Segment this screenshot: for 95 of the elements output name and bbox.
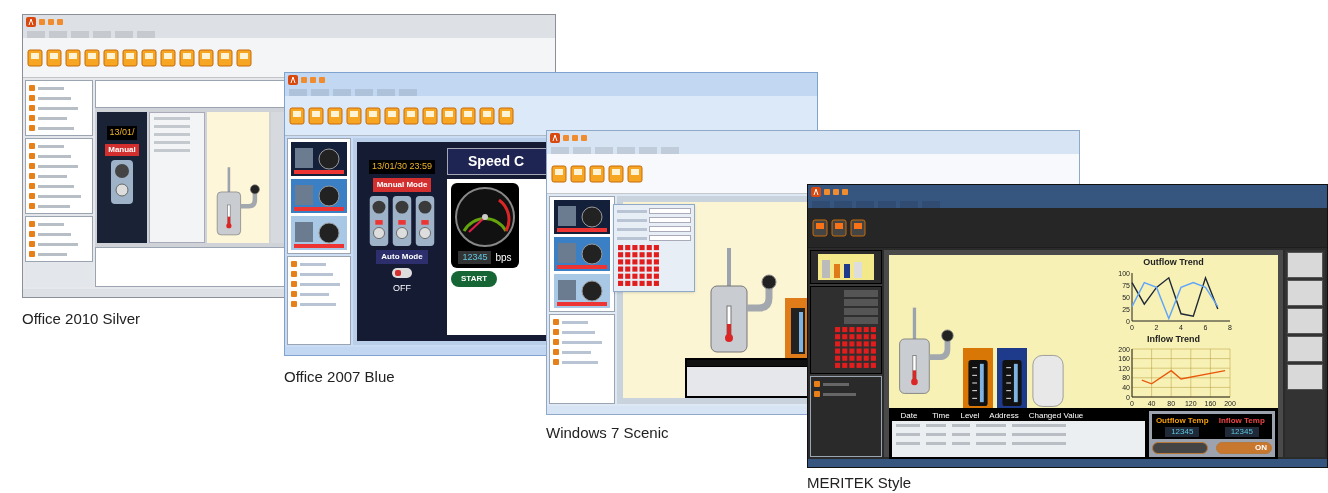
selector-switch-icon xyxy=(415,195,435,246)
tool-icon xyxy=(498,106,514,125)
temp-label: Inflow Temp xyxy=(1218,416,1265,426)
tool-icon xyxy=(627,164,643,183)
tool-icon xyxy=(422,106,438,125)
y-axis xyxy=(1131,272,1132,321)
app-logo-icon xyxy=(811,187,821,197)
screen-thumbnail xyxy=(291,216,347,250)
screen-thumbnail xyxy=(554,274,610,308)
tool-icon xyxy=(384,106,400,125)
tool-icon xyxy=(308,106,324,125)
screen-thumbnail xyxy=(291,179,347,213)
screen-thumbnail xyxy=(818,254,874,280)
tool-icon xyxy=(46,48,62,67)
selector-switch-icon xyxy=(111,159,133,204)
unit-label: bps xyxy=(495,251,512,265)
dropdown-field[interactable] xyxy=(649,226,691,232)
screen-thumbnail xyxy=(291,142,347,176)
tool-icon xyxy=(570,164,586,183)
toolbox-group xyxy=(1287,252,1323,278)
caption: Office 2007 Blue xyxy=(284,368,395,386)
toolbox-group xyxy=(1287,364,1323,390)
tool-icon xyxy=(460,106,476,125)
tool-icon xyxy=(217,48,233,67)
toolbox-group xyxy=(1287,336,1323,362)
tool-icon xyxy=(84,48,100,67)
numeric-display: 12345 xyxy=(1224,427,1259,437)
caption: Office 2010 Silver xyxy=(22,310,141,328)
tool-icon xyxy=(850,218,866,237)
app-logo-icon xyxy=(288,75,298,85)
dropdown-field[interactable] xyxy=(649,235,691,241)
tool-icon xyxy=(479,106,495,125)
y-axis xyxy=(1131,348,1132,398)
tool-icon xyxy=(236,48,252,67)
toggle-switch[interactable]: ON xyxy=(1216,442,1272,454)
tool-icon xyxy=(65,48,81,67)
dropdown-field[interactable] xyxy=(844,299,878,306)
storage-tank-drawing xyxy=(1031,352,1065,408)
bit-grid-drawing xyxy=(834,326,878,370)
tool-icon xyxy=(198,48,214,67)
mode-button[interactable]: Manual xyxy=(105,143,139,156)
level-scale-drawing xyxy=(968,360,988,406)
level-scale-drawing xyxy=(1002,360,1022,406)
selector-switch-icon xyxy=(392,195,412,246)
tool-icon xyxy=(831,218,847,237)
tool-icon xyxy=(346,106,362,125)
toggle-switch[interactable] xyxy=(1152,442,1208,454)
tool-icon xyxy=(441,106,457,125)
chart-title: Inflow Trend xyxy=(1147,332,1200,346)
tool-icon xyxy=(289,106,305,125)
column-header: Level xyxy=(959,411,981,421)
start-button[interactable]: START xyxy=(451,271,498,287)
mode-button[interactable]: Manual Mode xyxy=(372,177,432,192)
dropdown-field[interactable] xyxy=(844,290,878,297)
tool-icon xyxy=(160,48,176,67)
caption: MERITEK Style xyxy=(807,474,912,492)
tool-icon xyxy=(608,164,624,183)
dropdown-field[interactable] xyxy=(844,317,878,324)
date-display: 13/01/ xyxy=(107,126,137,140)
app-logo-icon xyxy=(550,133,560,143)
tool-icon xyxy=(122,48,138,67)
column-header: Address xyxy=(988,411,1020,421)
tool-icon xyxy=(327,106,343,125)
selector-switch-icon xyxy=(369,195,389,246)
toolbox-group xyxy=(1287,280,1323,306)
screen-thumbnail xyxy=(554,237,610,271)
dropdown-field[interactable] xyxy=(844,308,878,315)
switch-state-label: OFF xyxy=(393,281,411,295)
tool-icon xyxy=(179,48,195,67)
gauge-dial-drawing xyxy=(454,186,516,248)
bit-grid-drawing xyxy=(617,244,661,288)
tool-icon xyxy=(365,106,381,125)
app-logo-icon xyxy=(26,17,36,27)
tool-icon xyxy=(103,48,119,67)
tool-icon xyxy=(403,106,419,125)
tool-icon xyxy=(589,164,605,183)
numeric-display: 12345 xyxy=(1165,427,1200,437)
tool-icon xyxy=(141,48,157,67)
numeric-display: 12345 xyxy=(458,250,492,265)
date-display: 13/01/30 23:59 xyxy=(368,160,436,174)
column-header: Changed Value xyxy=(1027,411,1085,421)
tool-icon xyxy=(812,218,828,237)
tool-icon xyxy=(551,164,567,183)
tool-icon xyxy=(27,48,43,67)
column-header: Time xyxy=(931,411,951,421)
toolbox-group xyxy=(1287,308,1323,334)
temp-label: Outflow Temp xyxy=(1155,416,1209,426)
toggle-switch[interactable] xyxy=(392,267,412,278)
mode-button[interactable]: Auto Mode xyxy=(376,249,428,264)
screen-thumbnail xyxy=(554,200,610,234)
dropdown-field[interactable] xyxy=(649,217,691,223)
column-header: Date xyxy=(899,411,919,421)
caption: Windows 7 Scenic xyxy=(546,424,669,442)
chart-title: Outflow Trend xyxy=(1143,256,1204,269)
dropdown-field[interactable] xyxy=(649,208,691,214)
